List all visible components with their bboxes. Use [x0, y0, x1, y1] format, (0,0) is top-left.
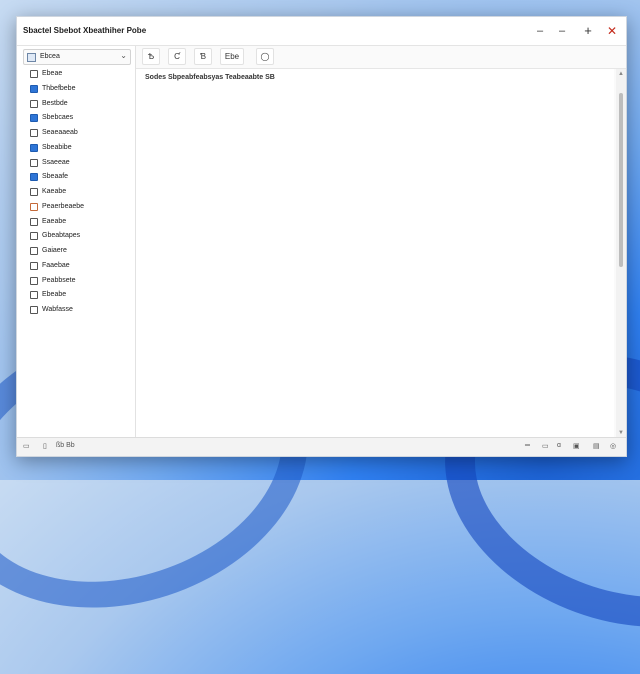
main-pane: Ѣ Ƈ Ɓ Ebe ◯ Sodes Sbpeabfeabsyas Teabeaa…	[136, 46, 626, 438]
sidebar-item[interactable]: Seaeaaeab	[25, 126, 131, 141]
chart-icon	[30, 202, 38, 211]
restore-button[interactable]: –	[554, 23, 570, 39]
sidebar-item-label: Sbeabibe	[42, 143, 72, 151]
sidebar-item[interactable]: Gbeabtapes	[25, 229, 131, 244]
vertical-scrollbar[interactable]: ▲ ▼	[616, 69, 626, 438]
document-icon	[30, 306, 38, 314]
edit-button[interactable]: Ebe	[220, 48, 244, 65]
box-icon[interactable]: ▭	[542, 442, 549, 450]
sidebar-item[interactable]: Bestbde	[25, 97, 131, 112]
text-icon	[30, 232, 38, 241]
sidebar: Ebcea ⌄ Ebeae Thbefbebe Bestbde Sbebcaes…	[17, 46, 136, 438]
sidebar-item-label: Sbebcaes	[42, 114, 74, 122]
status-text: ßb Bb	[56, 442, 75, 449]
minimize-button[interactable]: –	[532, 23, 548, 39]
close-button[interactable]: ✕	[604, 23, 620, 39]
sidebar-item-label: Ebeae	[42, 70, 63, 77]
app-icon	[30, 173, 38, 182]
brush-icon[interactable]: ɑ	[557, 442, 561, 449]
file-icon: ▯	[43, 443, 47, 450]
sidebar-item[interactable]: Ebeabe	[25, 288, 131, 303]
maximize-button[interactable]: +	[580, 23, 596, 39]
sidebar-item[interactable]: Sbeaafe	[25, 170, 131, 185]
sidebar-item[interactable]: Eaeabe	[25, 215, 131, 230]
sidebar-item-label: Peaerbeaebe	[42, 202, 85, 210]
paste-button[interactable]: Ɓ	[194, 48, 212, 65]
scroll-down-icon[interactable]: ▼	[618, 430, 624, 436]
sidebar-item-label: Gaiaere	[42, 247, 67, 254]
content-area[interactable]: Sodes Sbpeabfeabsyas Teabeaabte SB	[136, 69, 614, 438]
scroll-up-icon[interactable]: ▲	[618, 71, 624, 77]
folder-icon	[30, 276, 38, 285]
refresh-button[interactable]: ◯	[256, 48, 274, 65]
sidebar-item-label: Kaeabe	[42, 188, 67, 195]
info-icon: ▭	[23, 443, 30, 450]
page-icon	[30, 188, 38, 196]
sidebar-item-label: Ebeabe	[42, 291, 67, 299]
sidebar-item[interactable]: Peabbsete	[25, 274, 131, 289]
sidebar-item[interactable]: Gaiaere	[25, 244, 131, 259]
sidebar-item[interactable]: Peaerbeaebe	[25, 200, 131, 215]
sidebar-item-label: Seaeaaeab	[42, 129, 78, 136]
sidebar-item-label: Sbeaafe	[42, 173, 69, 181]
page-icon	[30, 247, 38, 255]
monitor-icon[interactable]: ▤	[593, 442, 600, 450]
document-icon	[30, 84, 38, 93]
sidebar-item[interactable]: Thbefbebe	[25, 82, 131, 97]
sidebar-item-label: Eaeabe	[42, 217, 67, 225]
sidebar-item-label: Peabbsete	[42, 276, 76, 284]
globe-icon[interactable]: ◎	[610, 442, 616, 450]
app-icon	[30, 114, 38, 123]
sidebar-item-label: Gbeabtapes	[42, 232, 81, 240]
image-icon	[30, 99, 38, 108]
window-icon	[30, 261, 38, 270]
title-bar: Sbactel Sbebot Xbeathiher Pobe – – + ✕	[17, 17, 626, 46]
sidebar-item[interactable]: Faaebae	[25, 259, 131, 274]
window-title: Sbactel Sbebot Xbeathiher Pobe	[23, 26, 147, 35]
sidebar-item-label: Bestbde	[42, 99, 68, 107]
sidebar-item-label: Ssaeeae	[42, 158, 70, 166]
document-icon	[30, 70, 38, 78]
chevron-down-icon[interactable]: ⌄	[120, 51, 127, 60]
sidebar-item[interactable]: Sbeabibe	[25, 141, 131, 156]
sidebar-nav: Ebeae Thbefbebe Bestbde Sbebcaes Seaeaae…	[25, 67, 131, 318]
sidebar-item[interactable]: Kaeabe	[25, 185, 131, 200]
cut-button[interactable]: Ƈ	[168, 48, 186, 65]
app-window: Sbactel Sbebot Xbeathiher Pobe – – + ✕ E…	[16, 16, 627, 457]
combo-label: Ebcea	[40, 53, 60, 60]
page-icon	[30, 158, 38, 167]
status-bar: ▭ ▯ ßb Bb ═ ▭ ɑ ▣ ▤ ◎	[17, 437, 626, 456]
sidebar-item[interactable]: Ebeae	[25, 67, 131, 82]
location-combo[interactable]: Ebcea ⌄	[23, 49, 131, 65]
sidebar-item[interactable]: Sbebcaes	[25, 111, 131, 126]
sidebar-item[interactable]: Wabfasse	[25, 303, 131, 318]
drive-icon	[27, 53, 36, 62]
image-icon	[30, 291, 38, 300]
list-icon	[30, 217, 38, 226]
lines-icon[interactable]: ═	[525, 442, 530, 449]
picture-icon[interactable]: ▣	[573, 442, 580, 450]
scrollbar-thumb[interactable]	[619, 93, 623, 267]
toolbar: Ѣ Ƈ Ɓ Ebe ◯	[136, 46, 626, 69]
content-text: Sodes Sbpeabfeabsyas Teabeaabte SB	[145, 74, 275, 81]
window-icon	[30, 143, 38, 152]
sidebar-item-label: Thbefbebe	[42, 84, 76, 92]
new-file-button[interactable]: Ѣ	[142, 48, 160, 65]
sidebar-item-label: Wabfasse	[42, 306, 73, 313]
sidebar-item[interactable]: Ssaeeae	[25, 156, 131, 171]
search-icon	[30, 129, 38, 137]
sidebar-item-label: Faaebae	[42, 261, 70, 269]
